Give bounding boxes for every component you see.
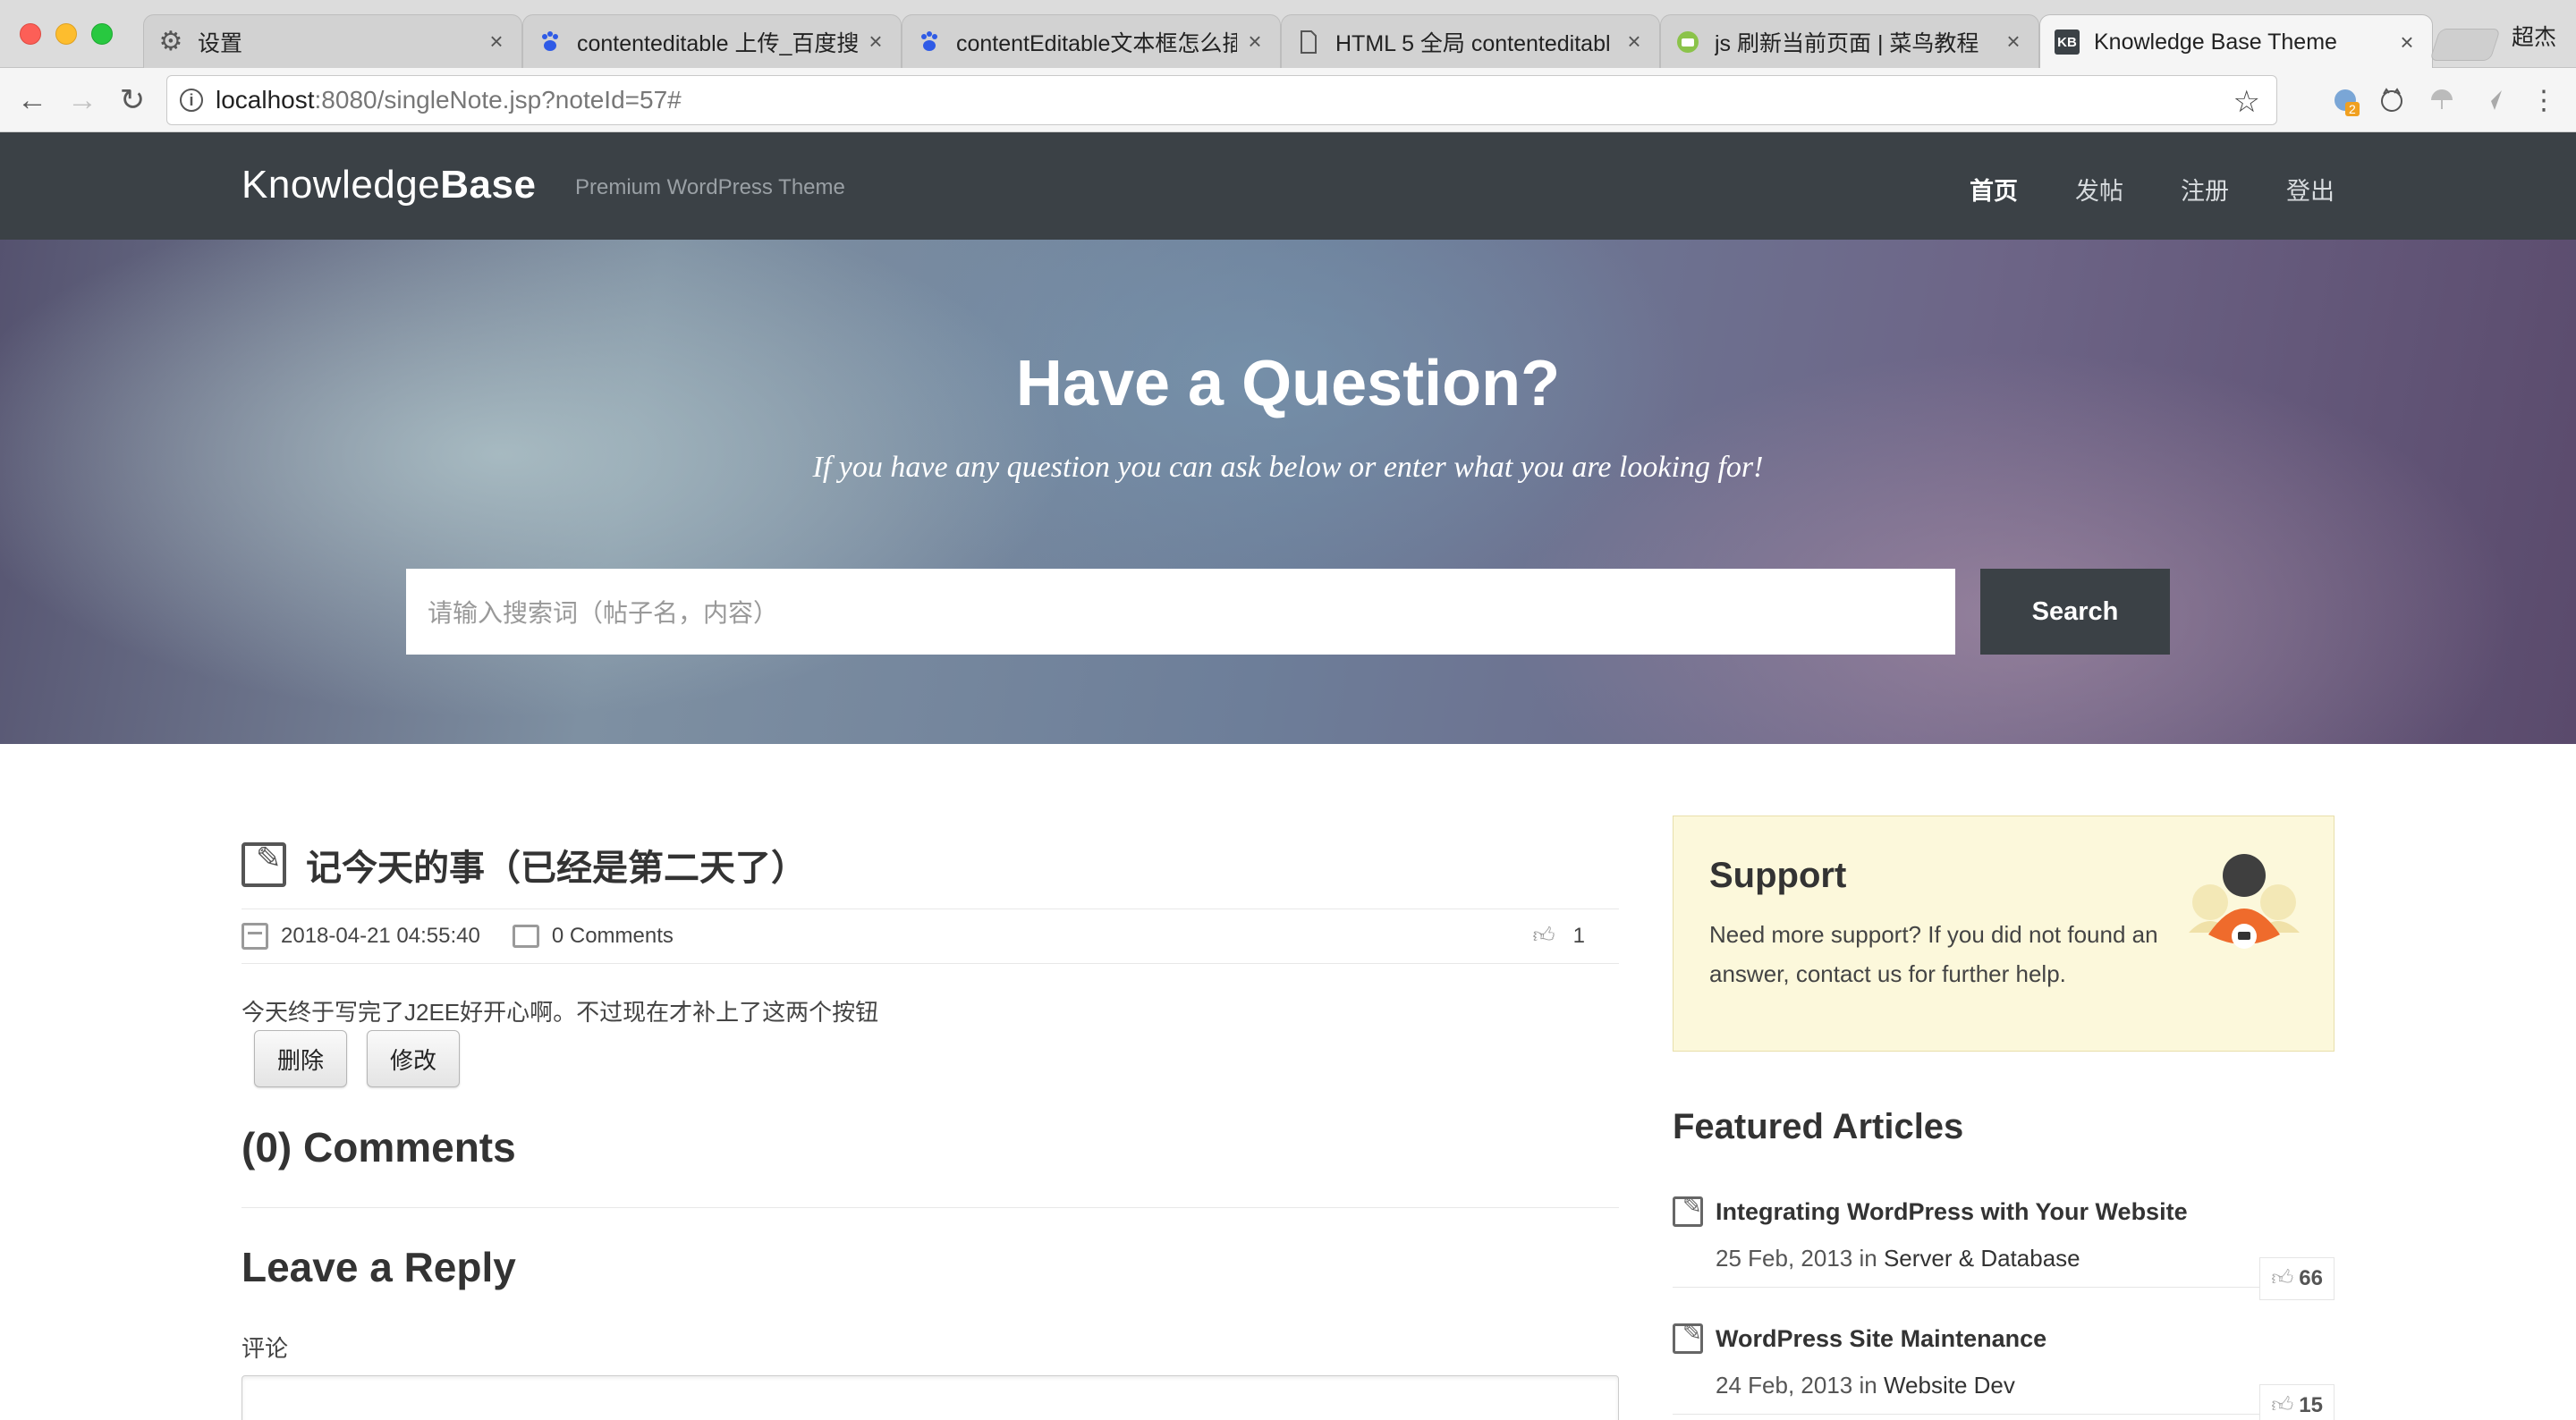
article-title-link[interactable]: Integrating WordPress with Your Website xyxy=(1716,1198,2188,1226)
baidu-paw-icon xyxy=(917,30,942,55)
minimize-window-button[interactable] xyxy=(55,23,77,45)
post-meta: 2018-04-21 04:55:40 0 Comments 👍︎ 1 xyxy=(242,909,1619,964)
article-category-link[interactable]: Server & Database xyxy=(1884,1245,2080,1272)
post-body: 今天终于写完了J2EE好开心啊。不过现在才补上了这两个按钮 xyxy=(242,999,879,1026)
comment-field-label: 评论 xyxy=(242,1335,289,1362)
search-button[interactable]: Search xyxy=(1980,569,2170,655)
thumbs-up-icon: 👍︎ xyxy=(2271,1266,2294,1290)
browser-menu-icon[interactable]: ⋮ xyxy=(2528,84,2560,116)
featured-article: WordPress Site Maintenance 24 Feb, 2013 … xyxy=(1673,1307,2334,1420)
nav-item-home[interactable]: 首页 xyxy=(1970,172,2018,207)
url-text: localhost:8080/singleNote.jsp?noteId=57# xyxy=(216,86,682,114)
baidu-paw-icon xyxy=(538,30,563,55)
hero-subtitle: If you have any question you can ask bel… xyxy=(812,451,1764,484)
browser-tab-settings[interactable]: ⚙ 设置 × xyxy=(143,14,522,68)
site-header: KnowledgeBase Premium WordPress Theme 首页… xyxy=(0,132,2576,240)
new-tab-button[interactable] xyxy=(2429,29,2501,61)
comments-heading: (0) Comments xyxy=(242,1124,516,1171)
browser-tab-baidu-1[interactable]: contenteditable 上传_百度搜 × xyxy=(522,14,902,68)
extension-umbrella-icon[interactable] xyxy=(2426,84,2458,116)
bookmark-star-icon[interactable]: ☆ xyxy=(2233,84,2260,120)
comment-icon xyxy=(512,925,539,948)
thumbs-up-icon: 👍︎ xyxy=(2271,1393,2294,1417)
edit-document-icon xyxy=(242,841,286,887)
close-icon[interactable]: × xyxy=(1623,28,1645,55)
post-like-count: 1 xyxy=(1572,924,1585,948)
article-title-link[interactable]: WordPress Site Maintenance xyxy=(1716,1325,2046,1353)
browser-tab-runoob[interactable]: js 刷新当前页面 | 菜鸟教程 × xyxy=(1660,14,2039,68)
article-likes[interactable]: 👍︎ 66 xyxy=(2259,1257,2334,1300)
article-meta: 24 Feb, 2013 in Website Dev xyxy=(1716,1372,2015,1399)
featured-article: Integrating WordPress with Your Website … xyxy=(1673,1180,2334,1300)
post-title: 记今天的事（已经是第二天了） xyxy=(306,849,807,888)
reload-icon[interactable]: ↻ xyxy=(113,80,152,120)
post-header: 记今天的事（已经是第二天了） xyxy=(242,839,807,891)
hero-title: Have a Question? xyxy=(1015,348,1561,419)
browser-tab-strip: ⚙ 设置 × contenteditable 上传_百度搜 × contentE… xyxy=(0,0,2576,69)
site-logo[interactable]: KnowledgeBase xyxy=(242,163,536,207)
support-agent-icon xyxy=(2189,854,2300,949)
close-icon[interactable]: × xyxy=(486,28,507,55)
browser-tab-html5[interactable]: HTML 5 全局 contenteditabl × xyxy=(1281,14,1660,68)
extension-arrow-icon[interactable] xyxy=(2476,84,2508,116)
article-category-link[interactable]: Website Dev xyxy=(1884,1372,2015,1399)
info-icon[interactable]: i xyxy=(180,89,203,112)
support-title: Support xyxy=(1709,856,1847,895)
main-navigation: 首页 发帖 注册 登出 xyxy=(1912,172,2334,207)
article-likes[interactable]: 👍︎ 15 xyxy=(2259,1384,2334,1420)
close-icon[interactable]: × xyxy=(1244,28,1266,55)
comment-textarea[interactable] xyxy=(242,1375,1619,1420)
extension-cat-icon[interactable] xyxy=(2376,84,2408,116)
support-text: Need more support? If you did not found … xyxy=(1709,921,2158,987)
delete-button[interactable]: 删除 xyxy=(254,1030,347,1087)
browser-tab-knowledge-base[interactable]: KB Knowledge Base Theme × xyxy=(2039,14,2433,69)
featured-articles-heading: Featured Articles xyxy=(1673,1107,1964,1146)
back-arrow-icon[interactable]: ← xyxy=(13,80,52,120)
search-input[interactable]: 请输入搜索词（帖子名，内容） xyxy=(406,569,1955,655)
document-icon xyxy=(1296,30,1321,55)
edit-document-icon xyxy=(1673,1319,1703,1354)
support-widget: Support Need more support? If you did no… xyxy=(1673,816,2334,1052)
thumbs-up-icon[interactable]: 👍︎ xyxy=(1533,924,1555,949)
post-date: 2018-04-21 04:55:40 xyxy=(281,924,480,948)
section-divider xyxy=(242,1207,1619,1208)
browser-toolbar: ← → ↻ i localhost:8080/singleNote.jsp?no… xyxy=(0,68,2576,132)
edit-document-icon xyxy=(1673,1192,1703,1227)
close-window-button[interactable] xyxy=(20,23,41,45)
kb-icon: KB xyxy=(2055,30,2080,55)
close-icon[interactable]: × xyxy=(2003,28,2024,55)
forward-arrow-icon[interactable]: → xyxy=(63,80,102,120)
nav-item-logout[interactable]: 登出 xyxy=(2286,172,2334,207)
gear-icon: ⚙ xyxy=(158,27,183,56)
close-icon[interactable]: × xyxy=(865,28,886,55)
close-icon[interactable]: × xyxy=(2396,29,2418,56)
address-bar[interactable]: i localhost:8080/singleNote.jsp?noteId=5… xyxy=(166,75,2277,125)
nav-item-new-post[interactable]: 发帖 xyxy=(2075,172,2123,207)
post-like[interactable]: 👍︎ 1 xyxy=(1533,924,1585,949)
reply-heading: Leave a Reply xyxy=(242,1244,516,1290)
site-tagline: Premium WordPress Theme xyxy=(575,175,845,199)
calendar-icon xyxy=(242,923,268,950)
maximize-window-button[interactable] xyxy=(91,23,113,45)
post-comment-count[interactable]: 0 Comments xyxy=(552,924,674,949)
nav-item-register[interactable]: 注册 xyxy=(2181,172,2229,207)
edit-button[interactable]: 修改 xyxy=(367,1030,460,1087)
article-meta: 25 Feb, 2013 in Server & Database xyxy=(1716,1245,2080,1272)
runoob-icon xyxy=(1675,30,1700,55)
extension-globe-icon[interactable]: 2 xyxy=(2329,84,2361,116)
hero-banner: Have a Question? If you have any questio… xyxy=(0,240,2576,744)
browser-tab-baidu-2[interactable]: contentEditable文本框怎么插 × xyxy=(902,14,1281,68)
browser-profile-name[interactable]: 超杰 xyxy=(2512,20,2556,52)
